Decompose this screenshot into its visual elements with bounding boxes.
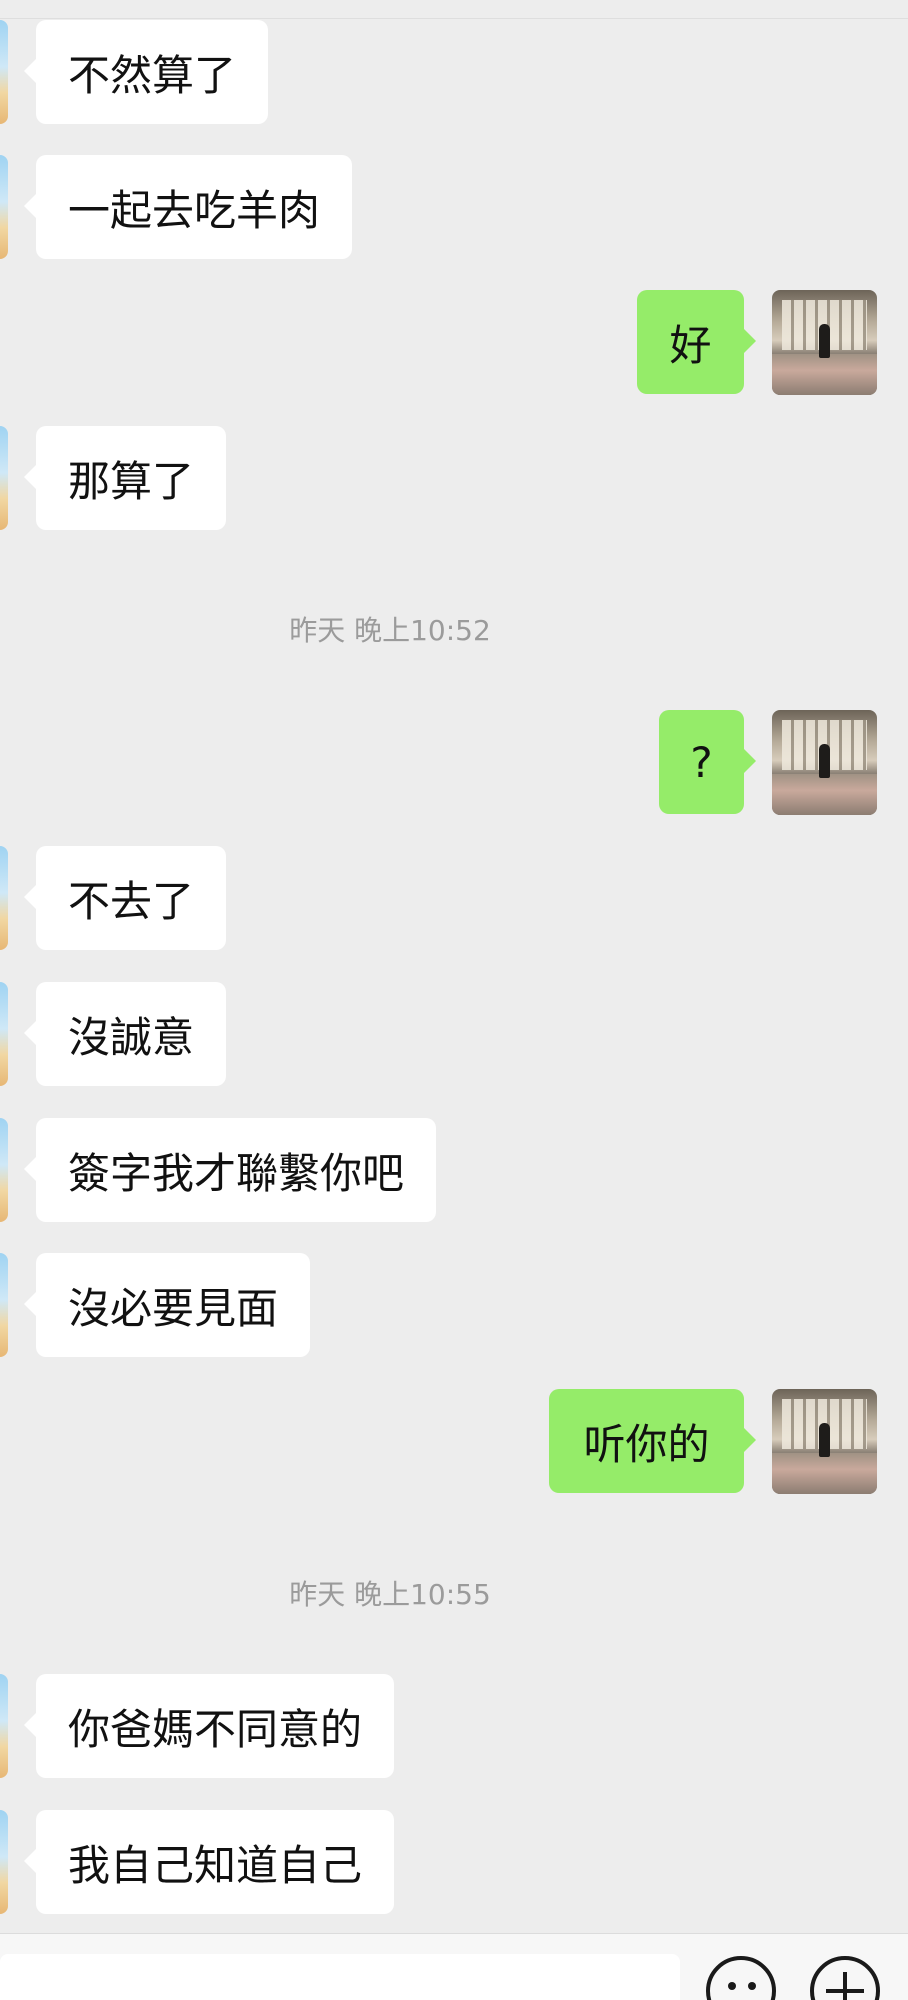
contact-avatar[interactable] <box>0 20 8 124</box>
message-row: ? <box>0 710 908 815</box>
outgoing-message-bubble[interactable]: ? <box>659 710 756 814</box>
message-input[interactable] <box>0 1954 680 2000</box>
chat-timestamp: 昨天 晚上10:55 <box>289 1578 491 1611</box>
contact-avatar[interactable] <box>0 426 8 530</box>
plus-icon-vertical <box>843 1972 847 2000</box>
incoming-message-bubble[interactable]: 沒誠意 <box>23 982 227 1086</box>
contact-avatar[interactable] <box>0 155 8 259</box>
message-row: 一起去吃羊肉 <box>0 155 908 260</box>
contact-avatar[interactable] <box>0 1253 8 1357</box>
input-bar <box>0 1933 908 2000</box>
message-row: 听你的 <box>0 1389 908 1494</box>
avatar-photo-ground <box>772 1453 877 1494</box>
message-row: 不去了 <box>0 846 908 951</box>
message-row: 你爸媽不同意的 <box>0 1674 908 1779</box>
incoming-message-bubble[interactable]: 簽字我才聯繫你吧 <box>23 1118 437 1222</box>
my-avatar[interactable] <box>772 1389 877 1494</box>
my-avatar[interactable] <box>772 290 877 395</box>
top-divider <box>0 18 908 19</box>
incoming-message-bubble[interactable]: 不然算了 <box>23 20 269 124</box>
avatar-photo-ground <box>772 774 877 815</box>
contact-avatar[interactable] <box>0 982 8 1086</box>
contact-avatar[interactable] <box>0 1118 8 1222</box>
avatar-photo-person <box>819 1423 830 1457</box>
plus-icon-horizontal <box>826 1989 864 1993</box>
incoming-message-bubble[interactable]: 你爸媽不同意的 <box>23 1674 395 1778</box>
incoming-message-bubble[interactable]: 我自己知道自己 <box>23 1810 395 1914</box>
message-row: 那算了 <box>0 426 908 531</box>
avatar-photo-person <box>819 324 830 358</box>
avatar-photo-ground <box>772 354 877 395</box>
contact-avatar[interactable] <box>0 846 8 950</box>
message-row: 不然算了 <box>0 20 908 125</box>
outgoing-message-bubble[interactable]: 听你的 <box>549 1389 756 1493</box>
incoming-message-bubble[interactable]: 沒必要見面 <box>23 1253 311 1357</box>
emoji-icon[interactable] <box>706 1956 776 2000</box>
incoming-message-bubble[interactable]: 那算了 <box>23 426 227 530</box>
chat-timestamp: 昨天 晚上10:52 <box>289 614 491 647</box>
plus-icon[interactable] <box>810 1956 880 2000</box>
my-avatar[interactable] <box>772 710 877 815</box>
incoming-message-bubble[interactable]: 不去了 <box>23 846 227 950</box>
message-row: 沒必要見面 <box>0 1253 908 1358</box>
contact-avatar[interactable] <box>0 1674 8 1778</box>
chat-screen: 不然算了 一起去吃羊肉 好 那算了 昨天 晚上10:52 ? 不去了 沒誠意 簽… <box>0 0 908 2000</box>
outgoing-message-bubble[interactable]: 好 <box>637 290 756 394</box>
message-row: 我自己知道自己 <box>0 1810 908 1915</box>
incoming-message-bubble[interactable]: 一起去吃羊肉 <box>23 155 353 259</box>
avatar-photo-person <box>819 744 830 778</box>
message-row: 好 <box>0 290 908 395</box>
message-row: 沒誠意 <box>0 982 908 1087</box>
message-row: 簽字我才聯繫你吧 <box>0 1118 908 1223</box>
contact-avatar[interactable] <box>0 1810 8 1914</box>
